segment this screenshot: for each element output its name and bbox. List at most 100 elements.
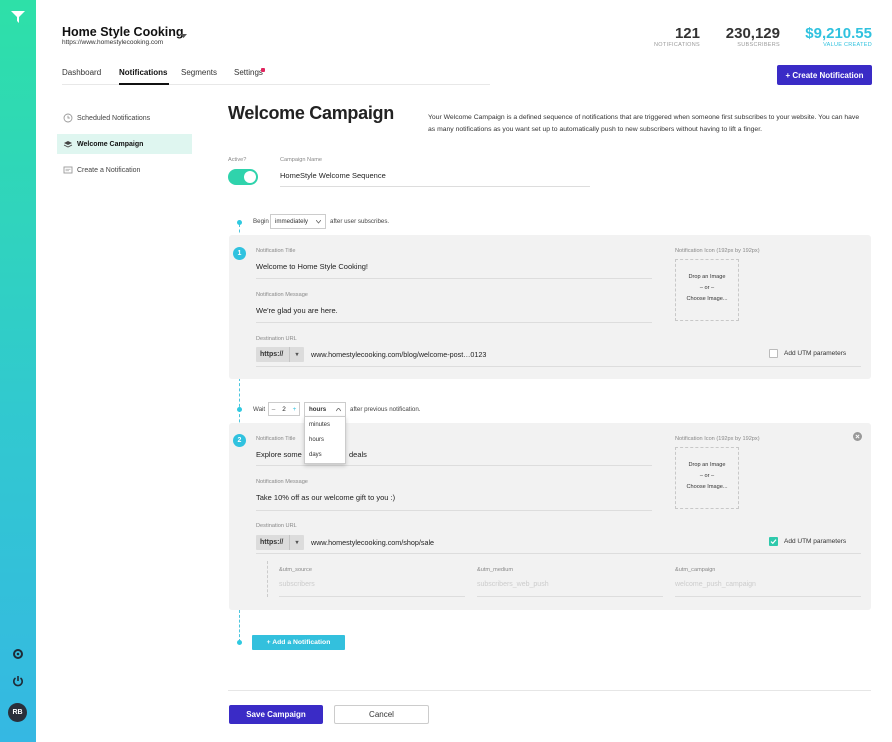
tab-notifications[interactable]: Notifications: [119, 68, 167, 77]
destination-url-label: Destination URL: [256, 523, 297, 529]
dropzone-or: – or –: [699, 285, 715, 291]
save-campaign-button[interactable]: Save Campaign: [229, 705, 323, 724]
timeline-dot: [237, 640, 242, 645]
utm-medium-input[interactable]: subscribers_web_push: [477, 581, 549, 588]
site-url: https://www.homestylecooking.com: [62, 39, 164, 46]
sidebar-item-label: Welcome Campaign: [77, 140, 144, 148]
utm-medium-label: &utm_medium: [477, 567, 514, 573]
utm-label: Add UTM parameters: [784, 538, 847, 545]
message-icon: [63, 166, 73, 174]
input-underline: [256, 322, 652, 323]
checkmark-icon: [770, 539, 777, 545]
utm-campaign-input[interactable]: welcome_push_campaign: [675, 581, 756, 588]
wait-unit-value: hours: [309, 406, 327, 413]
cancel-button[interactable]: Cancel: [334, 705, 429, 724]
step-number: 2: [233, 434, 246, 447]
choose-image-link[interactable]: Choose Image...: [676, 294, 738, 305]
timeline-dot: [237, 220, 242, 225]
menu-item-days[interactable]: days: [305, 447, 345, 462]
choose-image-link[interactable]: Choose Image...: [676, 482, 738, 493]
notification-message-label: Notification Message: [256, 292, 308, 298]
dropzone-text: Drop an Image: [688, 274, 726, 280]
utm-connector: [267, 561, 268, 597]
close-icon[interactable]: [853, 432, 862, 441]
stack-icon: [63, 141, 73, 148]
destination-url-input[interactable]: www.homestylecooking.com/blog/welcome-po…: [311, 350, 651, 359]
clock-icon: [63, 113, 73, 123]
notification-title-label: Notification Title: [256, 436, 296, 442]
power-icon[interactable]: [11, 674, 25, 688]
notification-message-input[interactable]: Take 10% off as our welcome gift to you …: [256, 493, 652, 502]
tab-dashboard[interactable]: Dashboard: [62, 68, 101, 77]
notification-message-label: Notification Message: [256, 479, 308, 485]
stat-subscribers: 230,129 SUBSCRIBERS: [710, 25, 780, 48]
notification-icon-label: Notification Icon (192px by 192px): [675, 248, 760, 254]
notification-title-input[interactable]: Welcome to Home Style Cooking!: [256, 262, 652, 271]
create-notification-button[interactable]: + Create Notification: [777, 65, 872, 85]
timeline-dot: [237, 407, 242, 412]
utm-campaign-label: &utm_campaign: [675, 567, 716, 573]
utm-checkbox[interactable]: [769, 537, 778, 546]
utm-label: Add UTM parameters: [784, 350, 847, 357]
destination-url-label: Destination URL: [256, 336, 297, 342]
input-underline: [256, 278, 652, 279]
wait-unit-select[interactable]: hours: [304, 402, 346, 417]
stat-value: 230,129: [725, 25, 780, 42]
sidebar-item-welcome-campaign[interactable]: Welcome Campaign: [57, 134, 192, 154]
chevron-up-icon: [336, 408, 341, 412]
sidebar-item-scheduled[interactable]: Scheduled Notifications: [57, 108, 192, 128]
sidebar-item-label: Scheduled Notifications: [77, 114, 151, 122]
logo-icon[interactable]: [10, 10, 26, 24]
notification-title-label: Notification Title: [256, 248, 296, 254]
gear-icon[interactable]: [11, 647, 25, 661]
wait-suffix: after previous notification.: [350, 406, 421, 413]
protocol-value: https://: [260, 539, 284, 546]
timeline-connector: [239, 610, 240, 642]
notification-title-input-start[interactable]: Explore some: [256, 450, 302, 459]
minus-button[interactable]: –: [269, 406, 278, 413]
chevron-down-icon[interactable]: [180, 34, 187, 39]
input-underline: [256, 510, 652, 511]
chevron-down-icon: ▾: [289, 347, 304, 362]
dropzone-text: Drop an Image: [688, 462, 726, 468]
page-description: Your Welcome Campaign is a defined seque…: [428, 114, 860, 133]
page-title: Welcome Campaign: [228, 103, 394, 123]
image-dropzone[interactable]: Drop an Image – or – Choose Image...: [675, 447, 739, 509]
settings-alert-badge: [261, 68, 265, 72]
sidebar-item-label: Create a Notification: [77, 166, 141, 174]
wait-prefix: Wait: [253, 406, 266, 413]
avatar[interactable]: RB: [8, 703, 27, 722]
notification-message-input[interactable]: We're glad you are here.: [256, 306, 652, 315]
destination-url-input[interactable]: www.homestylecooking.com/shop/sale: [311, 538, 651, 547]
begin-select[interactable]: immediately: [270, 214, 326, 229]
sidebar-item-create[interactable]: Create a Notification: [57, 160, 192, 180]
menu-item-minutes[interactable]: minutes: [305, 417, 345, 432]
stat-label: SUBSCRIBERS: [737, 42, 780, 48]
app-rail: RB: [0, 0, 36, 742]
image-dropzone[interactable]: Drop an Image – or – Choose Image...: [675, 259, 739, 321]
input-underline: [256, 553, 861, 554]
protocol-select[interactable]: https:// ▾: [256, 347, 304, 362]
active-toggle[interactable]: [228, 169, 258, 185]
campaign-name-input[interactable]: HomeStyle Welcome Sequence: [280, 171, 590, 187]
stat-label: NOTIFICATIONS: [654, 42, 700, 48]
tab-segments[interactable]: Segments: [181, 68, 217, 77]
dropzone-or: – or –: [699, 473, 715, 479]
input-underline: [675, 596, 861, 597]
protocol-select[interactable]: https:// ▾: [256, 535, 304, 550]
site-title[interactable]: Home Style Cooking: [62, 25, 184, 39]
menu-item-hours[interactable]: hours: [305, 432, 345, 447]
input-underline: [256, 465, 652, 466]
plus-button[interactable]: +: [290, 406, 299, 413]
notification-title-input-end[interactable]: deals: [349, 450, 367, 459]
tab-settings[interactable]: Settings: [234, 68, 263, 77]
utm-source-input[interactable]: subscribers: [279, 581, 315, 588]
chevron-down-icon: ▾: [289, 535, 304, 550]
wait-stepper[interactable]: – 2 +: [268, 402, 300, 416]
notification-icon-label: Notification Icon (192px by 192px): [675, 436, 760, 442]
add-notification-button[interactable]: + Add a Notification: [252, 635, 345, 650]
utm-checkbox[interactable]: [769, 349, 778, 358]
footer-divider: [228, 690, 871, 691]
begin-prefix: Begin: [253, 218, 269, 225]
wait-unit-menu: minutes hours days: [304, 416, 346, 464]
